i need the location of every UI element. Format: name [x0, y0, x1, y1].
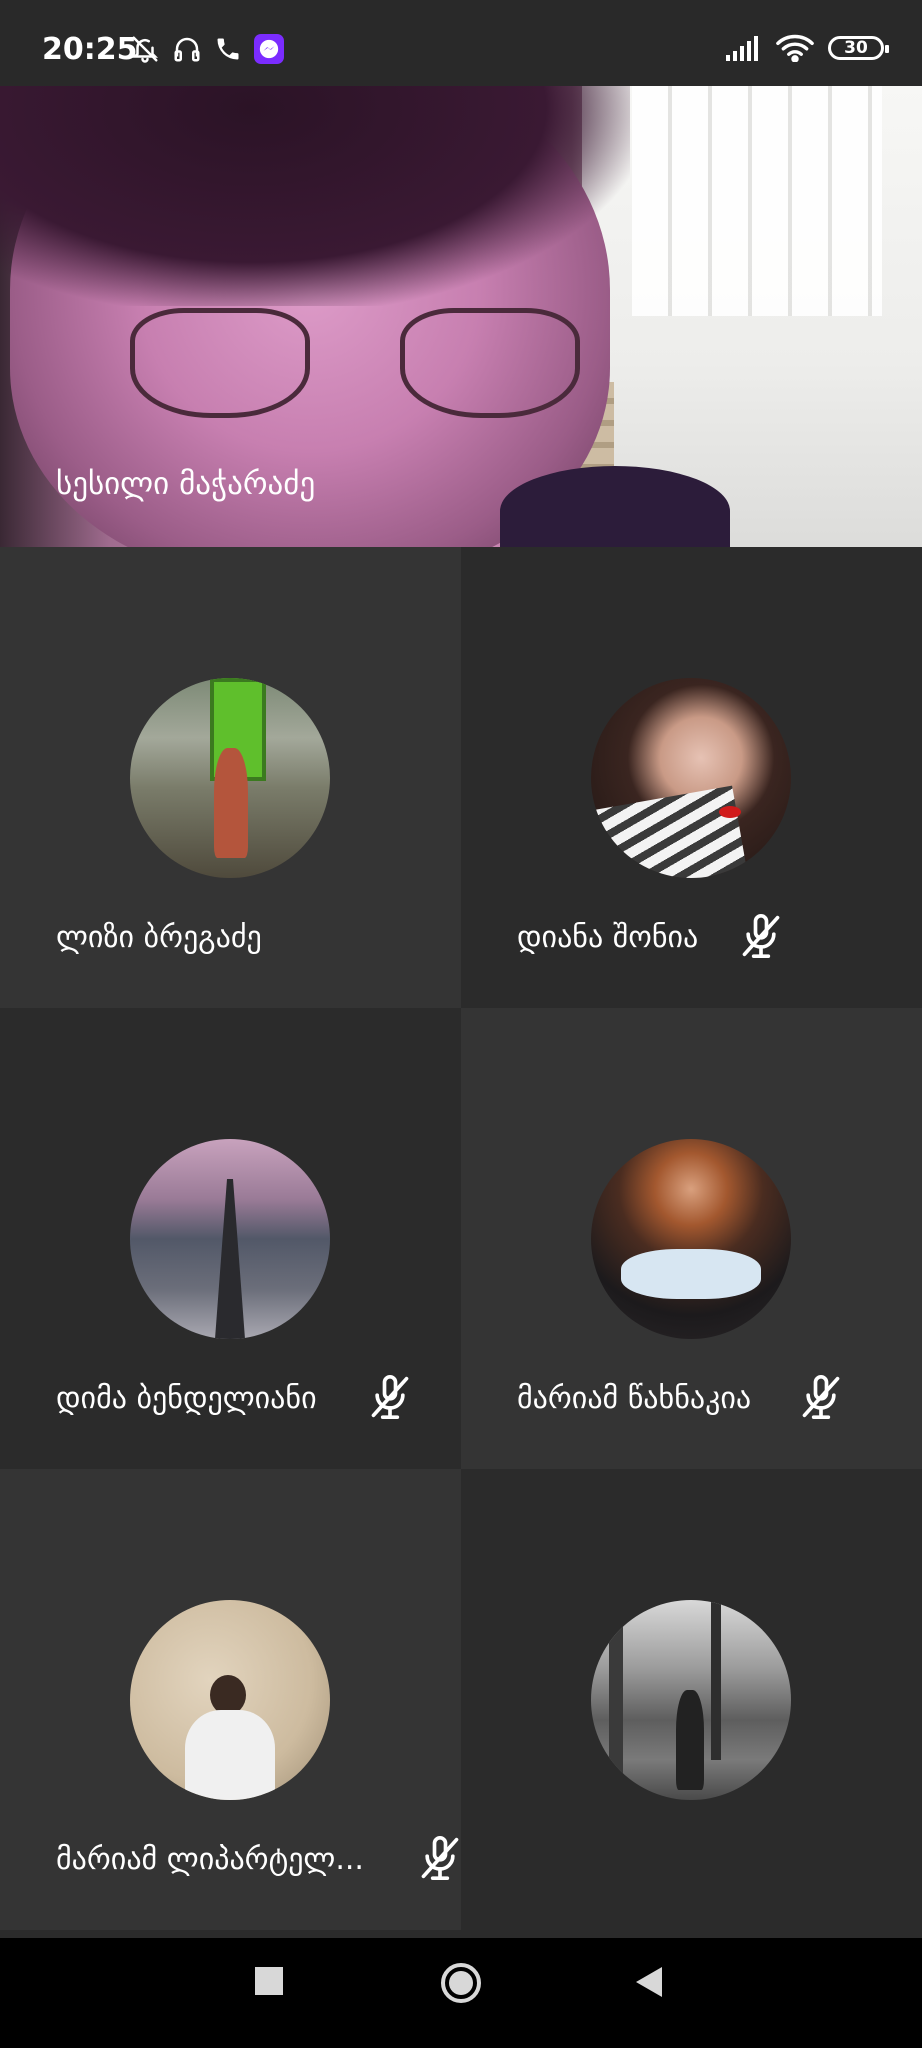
- participant-tile[interactable]: [461, 1469, 922, 1938]
- system-icons: 30: [726, 34, 889, 62]
- speaker-shirt: [500, 466, 730, 547]
- participant-name: მარიამ წახნაკია: [517, 1381, 752, 1416]
- participant-tile[interactable]: მარიამ წახნაკია: [461, 1008, 922, 1469]
- participant-tile[interactable]: ლიზი ბრეგაძე: [0, 547, 461, 1008]
- participant-avatar: [130, 1139, 330, 1339]
- participant-tile[interactable]: დიმა ბენდელიანი: [0, 1008, 461, 1469]
- participant-tile[interactable]: მარიამ ლიპარტელ...: [0, 1469, 461, 1930]
- participant-name: ლიზი ბრეგაძე: [56, 920, 262, 955]
- mic-off-icon: [742, 913, 780, 958]
- wifi-icon: [776, 34, 814, 62]
- glasses-right-lens: [400, 308, 580, 418]
- mic-off-icon: [371, 1375, 409, 1419]
- status-time: 20:25: [42, 32, 138, 67]
- mic-off-icon: [802, 1375, 840, 1419]
- participant-name: დიმა ბენდელიანი: [56, 1381, 317, 1416]
- navigation-bar: [0, 1938, 922, 2048]
- speaker-hair: [0, 86, 630, 306]
- main-speaker-video[interactable]: სესილი მაჭარაძე: [0, 86, 922, 547]
- participant-avatar: [591, 1139, 791, 1339]
- headphones-icon: [174, 37, 200, 62]
- back-triangle-icon[interactable]: [634, 1966, 664, 1998]
- background-window: [632, 86, 882, 316]
- bell-off-icon: [131, 36, 159, 63]
- home-circle-icon[interactable]: [440, 1962, 482, 2004]
- notification-icons: [130, 34, 284, 64]
- battery-indicator: 30: [828, 36, 889, 60]
- glasses-left-lens: [130, 308, 310, 418]
- mic-off-icon: [421, 1836, 459, 1880]
- phone-icon: [217, 38, 239, 60]
- participant-avatar: [591, 1600, 791, 1800]
- participant-avatar: [130, 1600, 330, 1800]
- participant-avatar: [591, 678, 791, 878]
- main-speaker-name: სესილი მაჭარაძე: [56, 466, 316, 502]
- recents-square-icon[interactable]: [254, 1966, 284, 1996]
- messenger-icon: [254, 34, 284, 64]
- participant-name: მარიამ ლიპარტელ...: [56, 1842, 364, 1877]
- battery-level: 30: [844, 38, 868, 58]
- signal-icon: [726, 36, 758, 61]
- participant-name: დიანა შონია: [517, 920, 699, 955]
- status-bar: 20:25 30: [0, 0, 922, 86]
- participant-tile[interactable]: დიანა შონია: [461, 547, 922, 1008]
- participant-avatar: [130, 678, 330, 878]
